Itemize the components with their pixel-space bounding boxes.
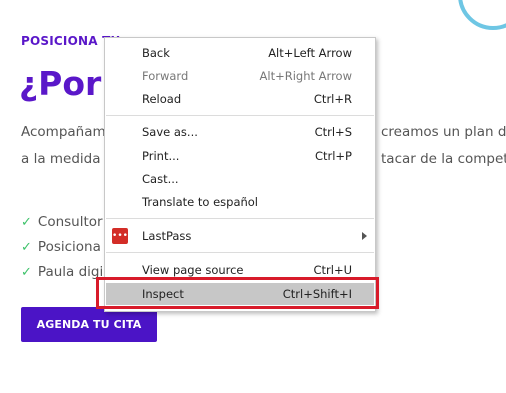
menu-item-shortcut: Ctrl+P <box>314 149 352 163</box>
checklist-item-label: Posiciona <box>37 239 101 255</box>
checklist-item: ✓ Consultor <box>21 214 103 230</box>
submenu-arrow-icon <box>362 232 367 240</box>
check-icon: ✓ <box>21 240 32 255</box>
paragraph-line1-left: Acompañam <box>21 124 106 140</box>
menu-item-save-as[interactable]: Save as... Ctrl+S <box>105 121 375 143</box>
menu-item-label: Back <box>142 46 170 60</box>
menu-item-reload[interactable]: Reload Ctrl+R <box>105 88 375 110</box>
checklist-item: ✓ Posiciona <box>21 239 101 255</box>
menu-item-label: Cast... <box>142 172 179 186</box>
menu-item-label: View page source <box>142 263 244 277</box>
menu-item-forward: Forward Alt+Right Arrow <box>105 65 375 87</box>
check-icon: ✓ <box>21 265 32 280</box>
paragraph-line2-left: a la medida y <box>21 151 113 167</box>
checklist-item-label: Consultor <box>37 214 103 230</box>
checklist-item: ✓ Paula digi <box>21 264 103 280</box>
menu-item-translate[interactable]: Translate to español <box>105 191 375 213</box>
agenda-cita-button[interactable]: AGENDA TU CITA <box>21 307 157 342</box>
menu-item-label: Save as... <box>142 125 198 139</box>
menu-separator <box>106 252 374 253</box>
menu-item-label: Forward <box>142 69 189 83</box>
menu-separator <box>106 218 374 219</box>
menu-item-lastpass[interactable]: ••• LastPass <box>105 225 375 247</box>
check-icon: ✓ <box>21 215 32 230</box>
inspect-highlight-box <box>96 277 379 309</box>
browser-context-menu: Back Alt+Left Arrow Forward Alt+Right Ar… <box>104 37 376 312</box>
checklist-item-label: Paula digi <box>37 264 104 280</box>
menu-item-cast[interactable]: Cast... <box>105 168 375 190</box>
menu-item-back[interactable]: Back Alt+Left Arrow <box>105 42 375 64</box>
menu-item-shortcut: Ctrl+R <box>313 92 352 106</box>
lastpass-icon: ••• <box>112 228 128 244</box>
menu-item-label: Print... <box>142 149 180 163</box>
menu-item-label: Reload <box>142 92 182 106</box>
paragraph-line2-right: tacar de la compete <box>381 151 506 167</box>
paragraph-line1-right: creamos un plan de m <box>381 124 506 140</box>
menu-item-label: LastPass <box>142 229 192 243</box>
menu-item-shortcut: Alt+Right Arrow <box>259 69 352 83</box>
menu-item-print[interactable]: Print... Ctrl+P <box>105 145 375 167</box>
menu-item-shortcut: Ctrl+U <box>313 263 352 277</box>
menu-item-label: Translate to español <box>142 195 259 209</box>
menu-item-shortcut: Ctrl+S <box>314 125 352 139</box>
menu-separator <box>106 115 374 116</box>
menu-item-shortcut: Alt+Left Arrow <box>268 46 352 60</box>
decorative-circle <box>458 0 506 30</box>
